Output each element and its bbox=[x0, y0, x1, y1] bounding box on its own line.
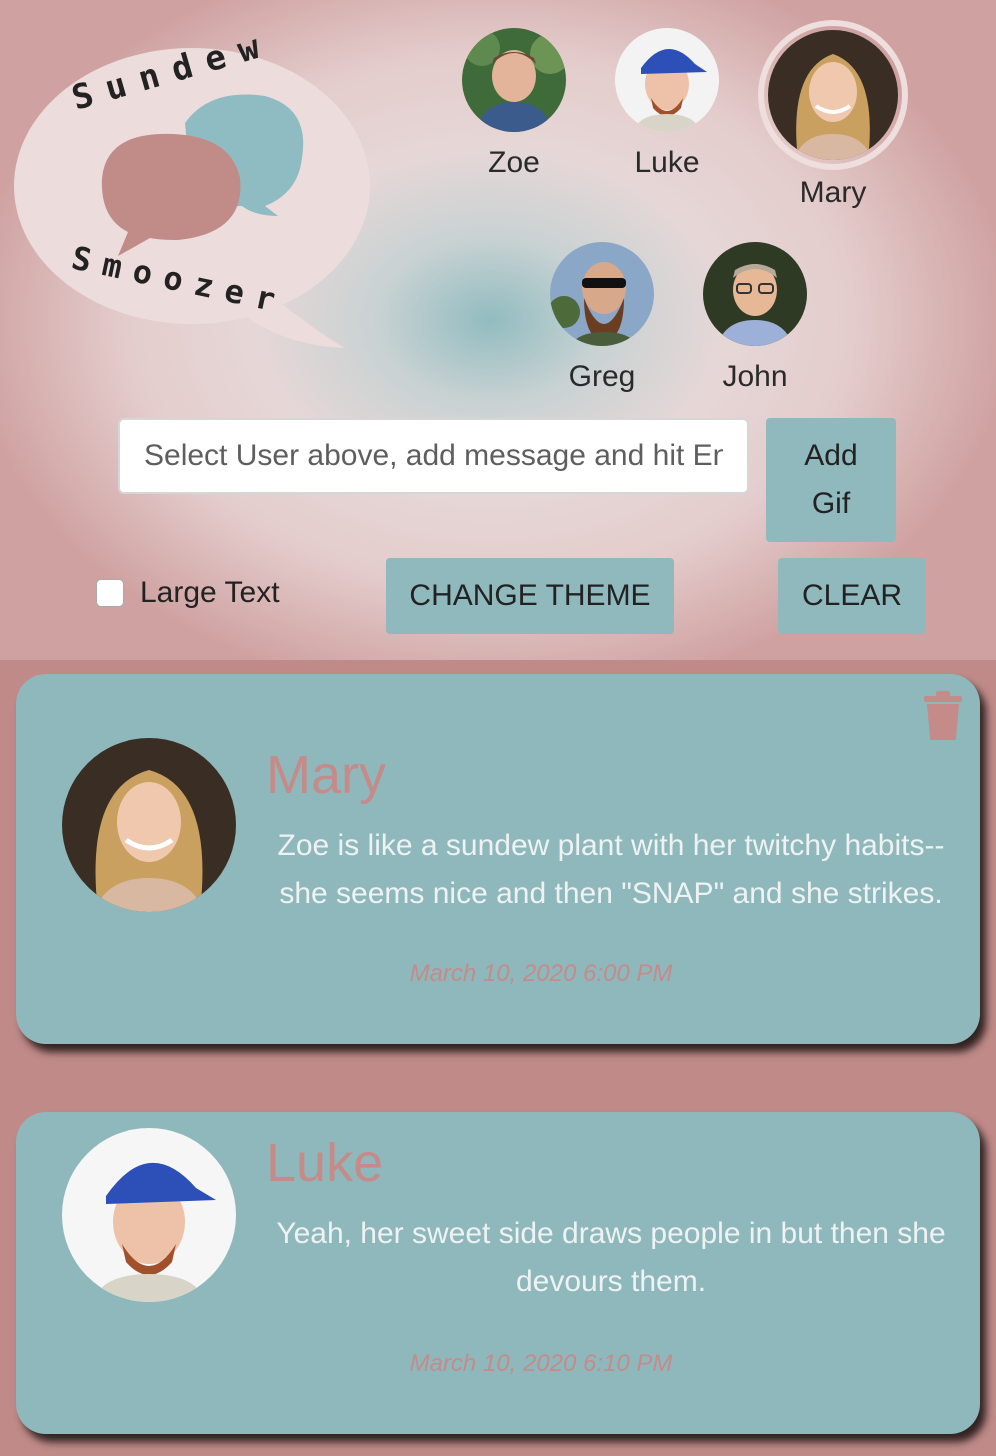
large-text-label: Large Text bbox=[140, 576, 280, 609]
clear-button[interactable]: CLEAR bbox=[778, 558, 926, 634]
user-select-greg[interactable]: Greg bbox=[527, 242, 677, 394]
add-gif-label-line2: Gif bbox=[811, 487, 851, 520]
message-author: Luke bbox=[266, 1133, 384, 1193]
add-gif-label-line1: Add bbox=[804, 439, 858, 472]
message-input[interactable] bbox=[118, 418, 749, 494]
avatar-john bbox=[703, 242, 807, 346]
avatar-greg bbox=[550, 242, 654, 346]
user-name-mary: Mary bbox=[799, 176, 867, 209]
avatar-zoe bbox=[462, 28, 566, 132]
user-name-luke: Luke bbox=[634, 146, 700, 179]
message-text: Yeah, her sweet side draws people in but… bbox=[276, 1217, 946, 1298]
message-timestamp: March 10, 2020 6:00 PM bbox=[409, 960, 673, 987]
add-gif-button[interactable]: Add Gif bbox=[766, 418, 896, 542]
user-select-mary[interactable]: Mary bbox=[758, 20, 908, 210]
large-text-toggle[interactable]: Large Text bbox=[96, 576, 280, 610]
message-text: Zoe is like a sundew plant with her twit… bbox=[277, 829, 945, 910]
message-card: Luke Yeah, her sweet side draws people i… bbox=[16, 1112, 980, 1434]
message-avatar bbox=[62, 1128, 236, 1302]
large-text-checkbox[interactable] bbox=[96, 579, 124, 607]
avatar-luke bbox=[615, 28, 719, 132]
user-select-luke[interactable]: Luke bbox=[592, 28, 742, 180]
user-name-zoe: Zoe bbox=[488, 146, 540, 179]
message-card: Mary Zoe is like a sundew plant with her… bbox=[16, 674, 980, 1044]
user-name-greg: Greg bbox=[568, 360, 636, 393]
avatar-mary bbox=[768, 30, 898, 160]
user-select-john[interactable]: John bbox=[680, 242, 830, 394]
sundew-smoozer-logo: Sundew Smoozer bbox=[10, 28, 390, 358]
change-theme-button[interactable]: CHANGE THEME bbox=[386, 558, 674, 634]
message-avatar bbox=[62, 738, 236, 912]
message-timestamp: March 10, 2020 6:10 PM bbox=[409, 1350, 673, 1377]
user-select-zoe[interactable]: Zoe bbox=[439, 28, 589, 180]
trash-icon[interactable] bbox=[922, 690, 964, 740]
message-author: Mary bbox=[266, 745, 386, 805]
user-name-john: John bbox=[722, 360, 788, 393]
selected-ring bbox=[758, 20, 908, 170]
